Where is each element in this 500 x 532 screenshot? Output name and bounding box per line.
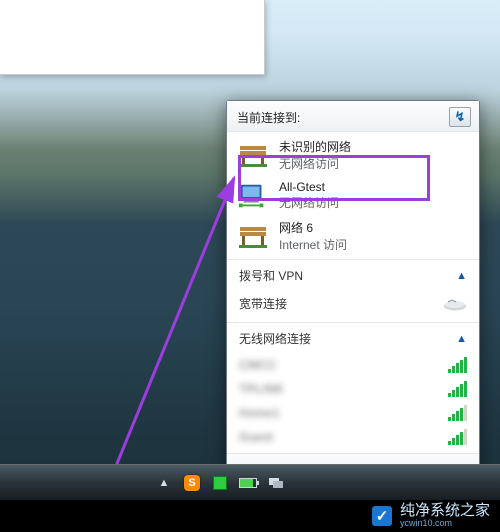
modem-icon bbox=[443, 297, 467, 311]
wifi-section[interactable]: 无线网络连接 ▲ bbox=[227, 322, 479, 353]
flyout-header: 当前连接到: ↯ bbox=[227, 101, 479, 132]
signal-bars-icon bbox=[448, 381, 467, 397]
wifi-ssid: TPLINK bbox=[239, 382, 284, 396]
current-connections-list: 未识别的网络 无网络访问 All-Gtest 无网络访问 bbox=[227, 132, 479, 259]
wifi-item[interactable]: Guest bbox=[227, 425, 479, 453]
connection-status: Internet 访问 bbox=[279, 236, 347, 253]
wifi-ssid: CMCC bbox=[239, 358, 277, 372]
connection-status: 无网络访问 bbox=[279, 155, 351, 172]
taskbar: ▲ S bbox=[0, 464, 500, 500]
tray-network-icon[interactable] bbox=[266, 473, 286, 493]
tray-battery-icon[interactable] bbox=[238, 473, 258, 493]
chevron-up-icon: ▲ bbox=[456, 333, 467, 345]
connection-name: All-Gtest bbox=[279, 180, 339, 194]
signal-bars-icon bbox=[448, 357, 467, 373]
monitor-network-icon bbox=[237, 182, 269, 210]
dialup-vpn-section[interactable]: 拨号和 VPN ▲ bbox=[227, 259, 479, 290]
wifi-section-label: 无线网络连接 bbox=[239, 330, 311, 347]
broadband-label: 宽带连接 bbox=[239, 295, 287, 312]
refresh-button[interactable]: ↯ bbox=[449, 107, 471, 127]
wifi-item[interactable]: CMCC bbox=[227, 353, 479, 377]
wifi-ssid: Home1 bbox=[239, 406, 280, 420]
signal-bars-icon bbox=[448, 429, 467, 445]
connection-item-unidentified[interactable]: 未识别的网络 无网络访问 bbox=[227, 134, 479, 176]
wifi-item[interactable]: TPLINK bbox=[227, 377, 479, 401]
watermark-domain: ycwin10.com bbox=[400, 519, 490, 528]
tray-sogou-icon[interactable]: S bbox=[182, 473, 202, 493]
refresh-icon: ↯ bbox=[455, 109, 466, 125]
bench-icon bbox=[237, 142, 269, 168]
connection-status: 无网络访问 bbox=[279, 194, 339, 211]
network-flyout: 当前连接到: ↯ 未识别的网络 无网络访问 bbox=[226, 100, 480, 492]
tray-green-icon[interactable] bbox=[210, 473, 230, 493]
watermark-logo-icon: ✓ bbox=[372, 506, 392, 526]
watermark-footer: ✓ 纯净系统之家 ycwin10.com bbox=[0, 500, 500, 532]
chevron-up-icon: ▲ bbox=[456, 270, 467, 282]
connection-name: 网络 6 bbox=[279, 219, 347, 236]
dialup-vpn-label: 拨号和 VPN bbox=[239, 267, 303, 284]
broadband-item[interactable]: 宽带连接 bbox=[227, 290, 479, 322]
tray-show-hidden-icon[interactable]: ▲ bbox=[154, 473, 174, 493]
wifi-ssid: Guest bbox=[239, 430, 274, 444]
signal-bars-icon bbox=[448, 405, 467, 421]
connection-item-allgtest[interactable]: All-Gtest 无网络访问 bbox=[227, 176, 479, 215]
background-window bbox=[0, 0, 265, 75]
watermark-brand: 纯净系统之家 bbox=[400, 503, 490, 519]
connection-name: 未识别的网络 bbox=[279, 138, 351, 155]
bench-icon bbox=[237, 223, 269, 249]
wifi-item[interactable]: Home1 bbox=[227, 401, 479, 425]
flyout-title: 当前连接到: bbox=[237, 109, 300, 126]
connection-item-network6[interactable]: 网络 6 Internet 访问 bbox=[227, 215, 479, 257]
